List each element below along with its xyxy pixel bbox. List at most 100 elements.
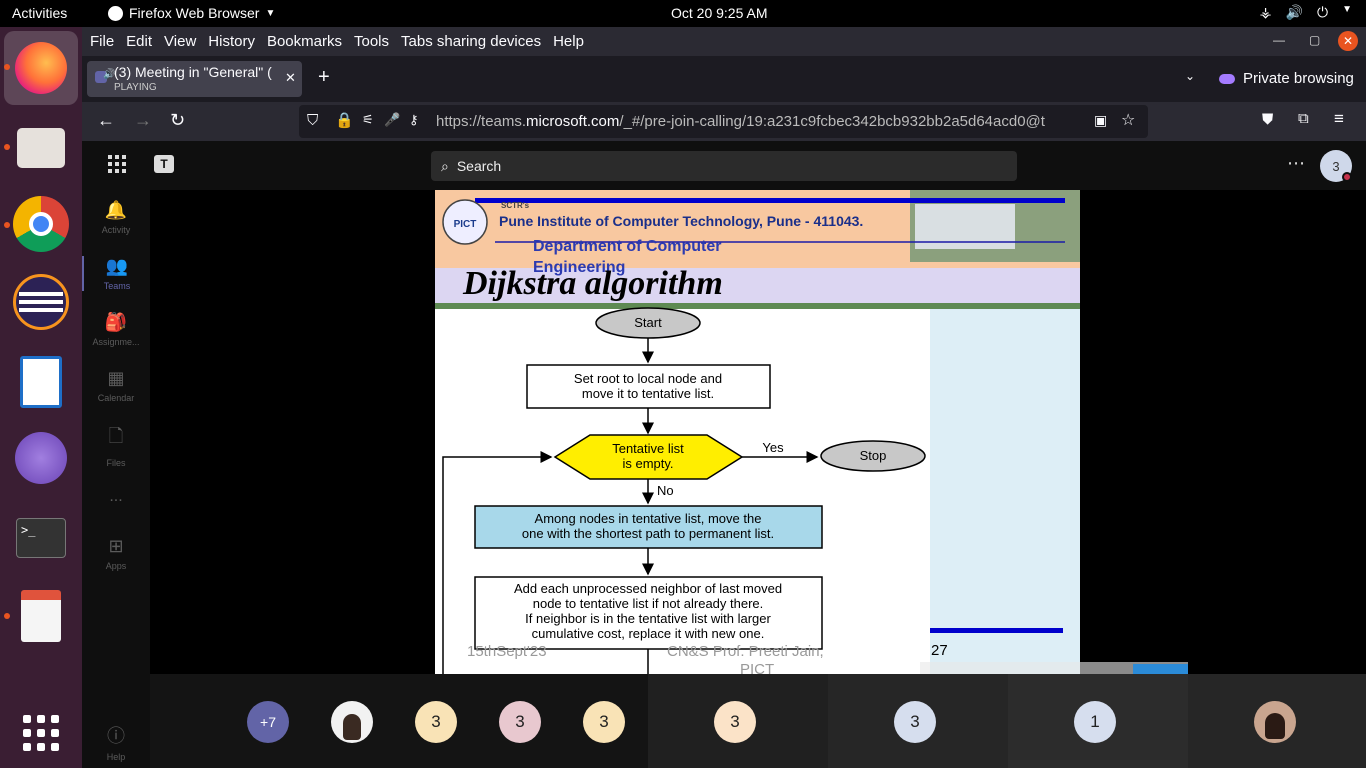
chevron-down-icon: ▼ (1342, 4, 1352, 15)
menu-tabs-sharing[interactable]: Tabs sharing devices (401, 33, 541, 50)
hamburger-menu-icon[interactable]: ≡ (1334, 109, 1344, 129)
slide-footer-date: 15thSept'23 (467, 643, 547, 660)
person-photo-icon (1265, 713, 1285, 739)
lock-icon[interactable]: 🔒 (335, 111, 354, 129)
dock-network-app[interactable] (10, 427, 72, 489)
back-arrow-icon[interactable]: ← (97, 110, 115, 131)
rail-files[interactable]: 🗋 Files (82, 424, 150, 468)
teams-icon: 👥 (105, 256, 129, 276)
url-bar[interactable]: ⛉ 🔒 ⚟ 🎤 ⚷ https://teams.microsoft.com/_#… (299, 105, 1148, 138)
menu-file[interactable]: File (90, 33, 114, 50)
search-input[interactable]: ⌕ Search (431, 151, 1017, 181)
microphone-icon[interactable]: 🎤 (384, 112, 400, 128)
rail-calendar[interactable]: ▦ Calendar (82, 368, 150, 403)
tab-close-icon[interactable]: ✕ (285, 70, 296, 86)
participant-avatar-photo[interactable] (1254, 701, 1296, 743)
flow-step2-line2: one with the shortest path to permanent … (522, 526, 774, 541)
participant-avatar[interactable]: 1 (1074, 701, 1116, 743)
avatar-initial: 3 (1332, 158, 1340, 174)
dock-eclipse[interactable] (10, 271, 72, 333)
rail-teams[interactable]: 👥 Teams (82, 256, 150, 291)
shield-icon[interactable]: ⛉ (307, 112, 318, 129)
maximize-button[interactable]: ▢ (1309, 33, 1320, 47)
rail-apps[interactable]: ⊞ Apps (82, 536, 150, 571)
rail-help[interactable]: ⓘ Help (82, 722, 150, 762)
more-icon: ... (109, 488, 123, 505)
pocket-icon[interactable]: ⛊ (1262, 111, 1273, 128)
slide-page-number: 27 (931, 642, 948, 659)
rail-activity[interactable]: 🔔 Activity (82, 200, 150, 235)
department-line1: Department of Computer (533, 238, 721, 255)
firefox-tab-bar: 🔊 (3) Meeting in "General" ( PLAYING ✕ +… (82, 56, 1366, 102)
clock[interactable]: Oct 20 9:25 AM (671, 5, 768, 21)
dock-files[interactable] (10, 117, 72, 179)
private-mask-icon (1219, 73, 1235, 84)
flow-stop-label: Stop (860, 448, 887, 463)
participant-avatar[interactable]: 3 (894, 701, 936, 743)
caption-button[interactable] (1133, 664, 1188, 674)
chevron-down-icon: ▼ (265, 7, 276, 19)
key-icon[interactable]: ⚷ (409, 112, 419, 128)
app-menu-button[interactable]: Firefox Web Browser ▼ (108, 5, 275, 21)
running-indicator (4, 144, 10, 150)
menu-view[interactable]: View (164, 33, 196, 50)
minimize-button[interactable]: — (1273, 33, 1285, 47)
flow-no-label: No (657, 483, 674, 498)
menu-help[interactable]: Help (553, 33, 584, 50)
calendar-icon: ▦ (107, 368, 125, 388)
dock-chrome[interactable] (10, 193, 72, 255)
avatar-initial: 3 (431, 712, 441, 731)
permissions-icon[interactable]: ⚟ (362, 112, 374, 128)
new-tab-button[interactable]: + (318, 66, 330, 89)
running-indicator (4, 222, 10, 228)
close-window-button[interactable]: ✕ (1338, 31, 1358, 51)
show-applications-button[interactable] (10, 702, 72, 764)
participant-avatar[interactable]: 3 (714, 701, 756, 743)
dock-terminal[interactable]: >_ (10, 507, 72, 569)
forward-arrow-icon[interactable]: → (134, 110, 152, 131)
flow-decision-line2: is empty. (622, 456, 673, 471)
url-prefix: https://teams. (436, 113, 527, 130)
system-tray[interactable]: ⚶ 🔊 ⏻ ▼ (1260, 4, 1352, 21)
network-icon: ⚶ (1259, 4, 1272, 20)
rail-assignments[interactable]: 🎒 Assignme... (82, 312, 150, 347)
rail-more[interactable]: ... (82, 488, 150, 506)
more-participants-badge[interactable]: +7 (247, 701, 289, 743)
dock-document-viewer[interactable] (10, 585, 72, 647)
private-browsing-label: Private browsing (1243, 70, 1354, 87)
avatar-initial: 3 (910, 712, 920, 731)
firefox-icon (15, 42, 67, 94)
reader-view-icon[interactable]: ▣ (1094, 112, 1107, 129)
url-text[interactable]: https://teams.microsoft.com/_#/pre-join-… (436, 113, 1090, 130)
rail-label: Activity (101, 225, 131, 235)
bookmark-star-icon[interactable]: ☆ (1121, 110, 1135, 130)
participant-avatar[interactable]: 3 (583, 701, 625, 743)
list-all-tabs-chevron-icon[interactable]: ⌄ (1185, 69, 1195, 83)
dock-writer[interactable] (10, 351, 72, 413)
reload-icon[interactable]: ↻ (170, 110, 185, 131)
running-indicator (4, 613, 10, 619)
extensions-icon[interactable]: ⧉ (1298, 110, 1309, 127)
tab-playing-status: PLAYING (114, 82, 157, 93)
menu-tools[interactable]: Tools (354, 33, 389, 50)
rail-label: Assignme... (92, 337, 140, 347)
activities-button[interactable]: Activities (12, 5, 67, 21)
dock-firefox[interactable] (4, 31, 78, 105)
help-icon: ⓘ (107, 726, 125, 746)
slide-title-divider (435, 303, 1080, 309)
tab-teams-meeting[interactable]: 🔊 (3) Meeting in "General" ( PLAYING ✕ (87, 61, 302, 97)
participant-avatar[interactable]: 3 (415, 701, 457, 743)
flow-step3-line4: cumulative cost, replace it with new one… (532, 626, 765, 641)
menu-bookmarks[interactable]: Bookmarks (267, 33, 342, 50)
participant-avatar-photo[interactable] (331, 701, 373, 743)
flow-step3-line1: Add each unprocessed neighbor of last mo… (514, 581, 782, 596)
menu-history[interactable]: History (208, 33, 255, 50)
menu-edit[interactable]: Edit (126, 33, 152, 50)
rail-label: Calendar (97, 393, 135, 403)
app-launcher-icon[interactable] (108, 155, 126, 173)
slide-bottom-blue-rule (930, 628, 1063, 633)
meeting-stage: PICT SCTR's Pune Institute of Computer T… (150, 190, 1366, 674)
participant-avatar[interactable]: 3 (499, 701, 541, 743)
more-options-icon[interactable]: ⋯ (1287, 153, 1305, 174)
slide-title: Dijkstra algorithm (462, 265, 723, 302)
